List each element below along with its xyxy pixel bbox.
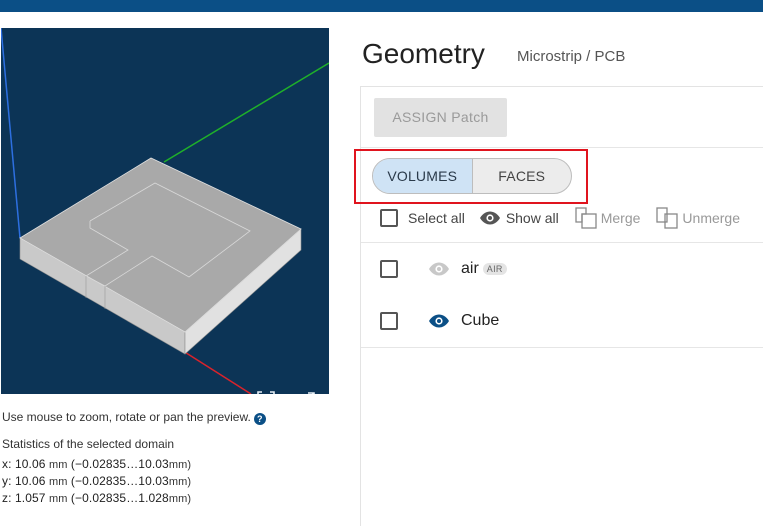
volumes-faces-toggle[interactable]: VOLUMES FACES xyxy=(372,158,572,194)
unmerge-action[interactable]: Unmerge xyxy=(656,207,740,229)
item-checkbox[interactable] xyxy=(380,312,398,330)
stat-size: 10.06 xyxy=(14,474,46,488)
expand-arrows-icon[interactable] xyxy=(296,389,318,394)
merge-label: Merge xyxy=(600,210,641,226)
stat-range: (−0.02835…10.03 xyxy=(70,457,169,471)
stat-size: 10.06 xyxy=(14,457,46,471)
eye-icon[interactable] xyxy=(428,262,450,276)
page-subtitle: Microstrip / PCB xyxy=(517,48,626,65)
item-name: Cube xyxy=(461,312,500,329)
top-app-bar xyxy=(0,0,763,12)
geometry-panel: ASSIGN Patch VOLUMES FACES Select all Sh… xyxy=(354,86,763,526)
stat-size: 1.057 xyxy=(14,491,46,505)
stat-range-unit: mm) xyxy=(168,476,192,488)
merge-icon xyxy=(575,207,597,229)
select-all-checkbox[interactable] xyxy=(380,209,398,227)
toggle-faces[interactable]: FACES xyxy=(473,159,572,193)
unmerge-icon xyxy=(656,207,679,229)
item-checkbox[interactable] xyxy=(380,260,398,278)
question-circle-icon[interactable]: ? xyxy=(253,413,266,425)
stat-row-x: x: 10.06 mm (−0.02835…10.03mm) xyxy=(2,457,192,471)
3d-preview-viewport[interactable] xyxy=(1,28,329,394)
stat-size-unit: mm xyxy=(48,476,68,488)
list-item-air[interactable]: air AIR xyxy=(380,257,507,281)
preview-hint-text: Use mouse to zoom, rotate or pan the pre… xyxy=(2,410,251,424)
stat-row-y: y: 10.06 mm (−0.02835…10.03mm) xyxy=(2,474,192,488)
cube-top-face xyxy=(19,157,302,333)
merge-action[interactable]: Merge xyxy=(575,207,641,229)
divider xyxy=(361,147,763,148)
select-all-action[interactable]: Select all xyxy=(380,209,465,227)
stat-row-z: z: 1.057 mm (−0.02835…1.028mm) xyxy=(2,491,192,505)
stat-range-unit: mm) xyxy=(168,493,192,505)
eye-icon[interactable] xyxy=(428,314,450,328)
stat-range-unit: mm) xyxy=(168,459,192,471)
stat-size-unit: mm xyxy=(48,459,68,471)
item-name: air xyxy=(461,260,479,277)
preview-hint: Use mouse to zoom, rotate or pan the pre… xyxy=(2,410,266,425)
statistics-title: Statistics of the selected domain xyxy=(2,437,175,451)
focus-fit-icon[interactable] xyxy=(255,389,277,394)
z-axis-line xyxy=(1,28,21,239)
stat-range: (−0.02835…10.03 xyxy=(70,474,169,488)
list-item-cube[interactable]: Cube xyxy=(380,309,499,333)
divider xyxy=(361,242,763,243)
list-actions: Select all Show all Merge Unmerge xyxy=(380,207,740,229)
status-badge: AIR xyxy=(482,263,507,275)
stat-axis: y xyxy=(2,474,9,488)
show-all-label: Show all xyxy=(505,210,559,226)
show-all-action[interactable]: Show all xyxy=(479,210,559,226)
unmerge-label: Unmerge xyxy=(682,210,741,226)
eye-icon xyxy=(479,211,500,225)
assign-patch-button[interactable]: ASSIGN Patch xyxy=(374,98,507,137)
divider xyxy=(361,347,763,348)
3d-scene xyxy=(1,28,329,394)
stat-axis: z xyxy=(2,491,9,505)
stat-range: (−0.02835…1.028 xyxy=(70,491,169,505)
stat-size-unit: mm xyxy=(48,493,68,505)
page-title: Geometry xyxy=(362,38,485,69)
toggle-volumes[interactable]: VOLUMES xyxy=(373,159,473,193)
select-all-label: Select all xyxy=(408,210,465,226)
y-axis-line xyxy=(163,62,329,163)
stat-axis: x xyxy=(2,457,9,471)
